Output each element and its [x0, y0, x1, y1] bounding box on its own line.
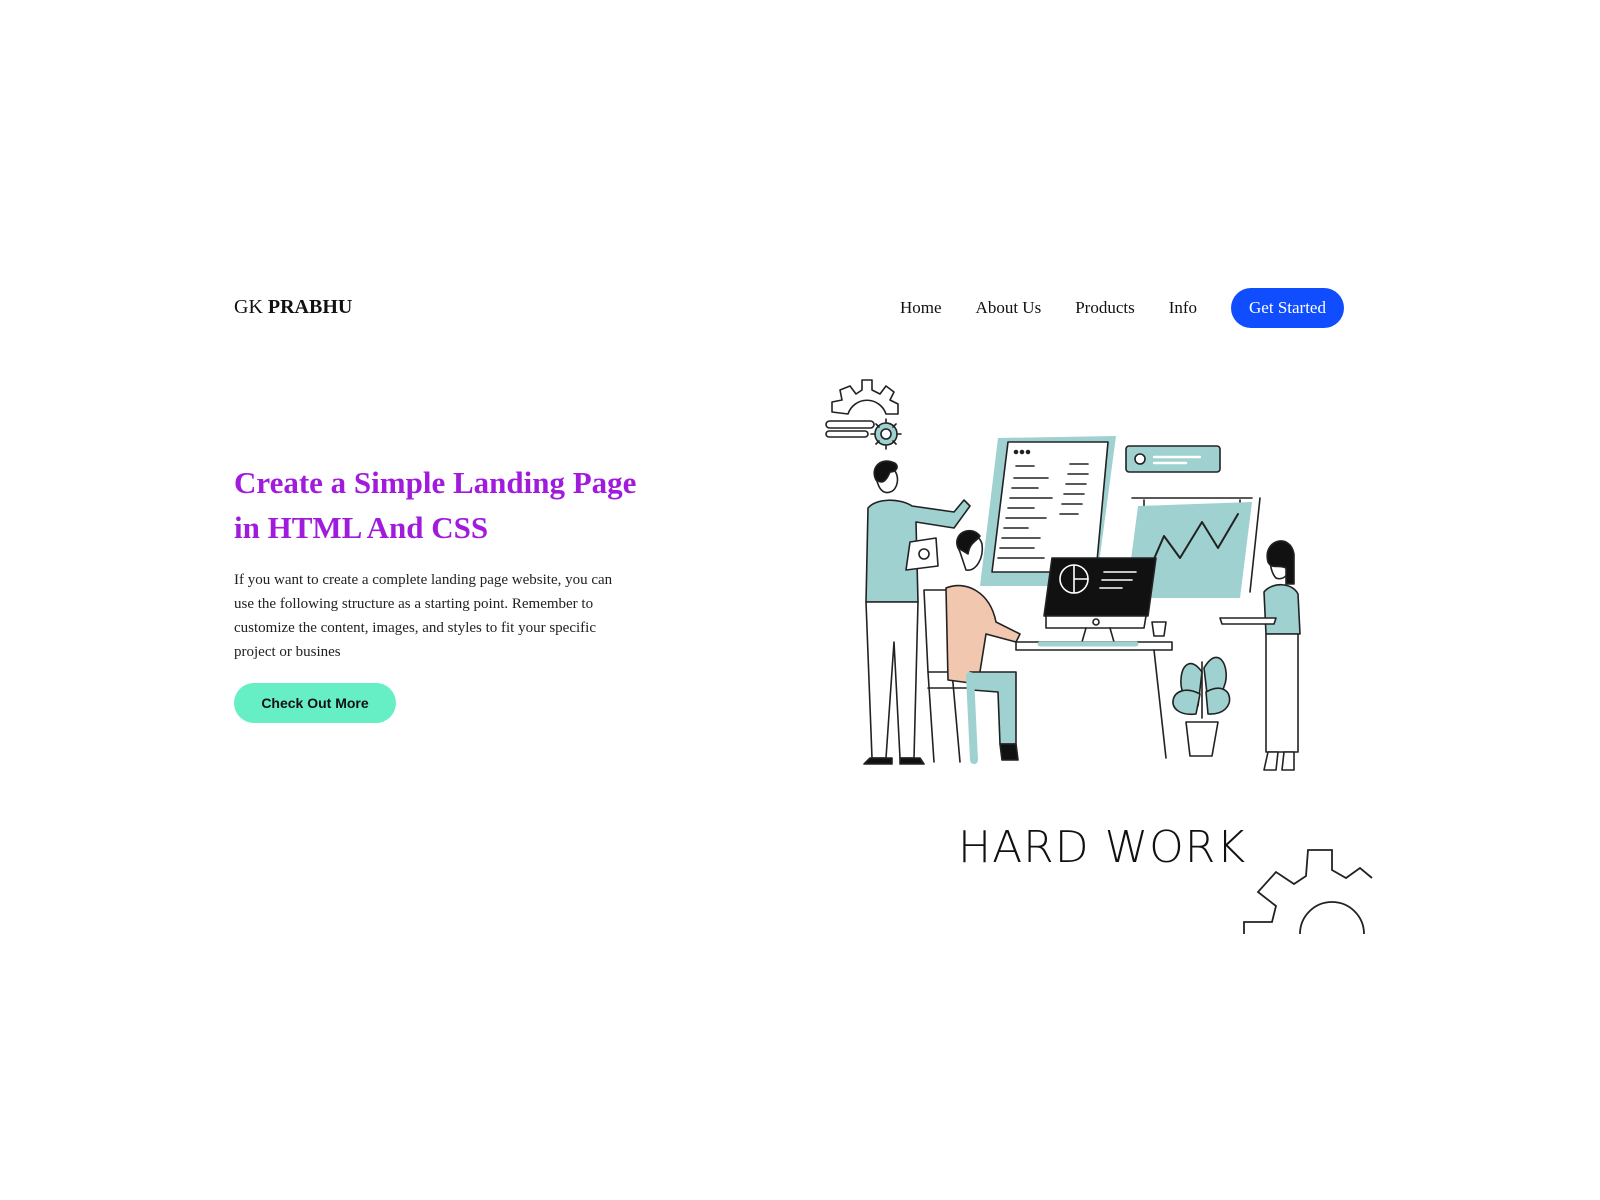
monitor	[1043, 557, 1157, 643]
team-illustration	[825, 379, 1301, 771]
get-started-button[interactable]: Get Started	[1231, 288, 1344, 328]
desk	[1015, 621, 1173, 759]
hero-description: If you want to create a complete landing…	[234, 572, 613, 660]
nav-link-products[interactable]: Products	[1075, 298, 1135, 318]
gear-outline-icon	[1243, 849, 1373, 935]
hero-title: Create a Simple Landing Page in HTML And…	[234, 465, 637, 545]
plant	[1172, 656, 1231, 757]
nav-link-info[interactable]: Info	[1169, 298, 1197, 318]
main-nav: Home About Us Products Info Get Started	[900, 288, 1344, 328]
brand-logo[interactable]: GK PRABHU	[234, 296, 352, 319]
gear-icon	[825, 379, 902, 450]
notification-card	[1125, 445, 1221, 473]
brand-name-bold: PRABHU	[267, 296, 353, 318]
brand-name-regular: GK	[234, 296, 268, 318]
nav-link-home[interactable]: Home	[900, 298, 942, 318]
check-out-more-button[interactable]: Check Out More	[234, 683, 396, 723]
nav-link-about-us[interactable]: About Us	[976, 298, 1042, 318]
hard-work-caption: HARD WORK	[958, 822, 1247, 873]
